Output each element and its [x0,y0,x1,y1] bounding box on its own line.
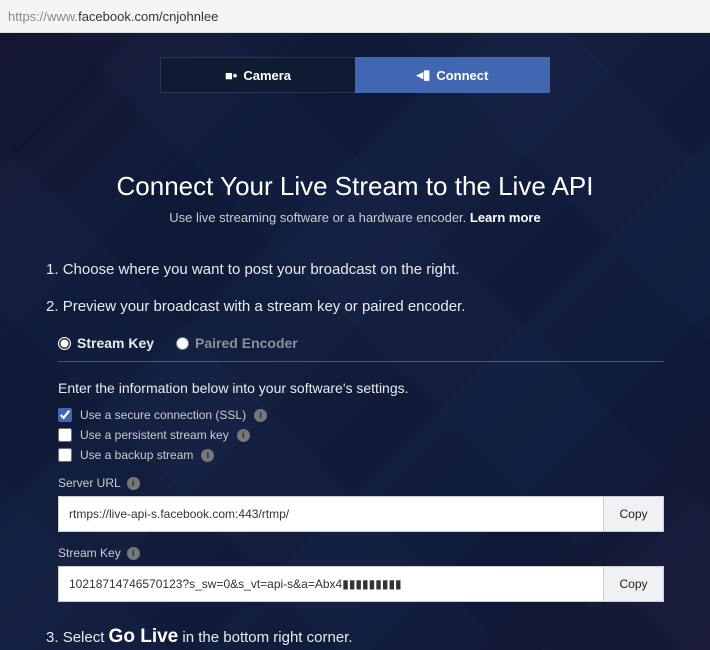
tab-camera[interactable]: ■• Camera [160,57,355,93]
step-3: 3. Select Go Live in the bottom right co… [46,626,664,648]
copy-server-url-button[interactable]: Copy [604,496,664,532]
step-2: 2. Preview your broadcast with a stream … [46,298,664,315]
info-icon[interactable]: i [237,429,250,442]
info-icon[interactable]: i [201,449,214,462]
tab-connect[interactable]: ◂▮ Connect [355,57,550,93]
page-subtitle: Use live streaming software or a hardwar… [0,210,710,225]
stream-key-label: Stream Keyi [58,546,664,560]
tab-connect-label: Connect [436,68,488,83]
url-protocol: https:// [8,9,47,24]
server-url-label: Server URLi [58,476,664,490]
camera-icon: ■• [225,68,237,83]
server-url-input[interactable] [58,496,604,532]
checkbox-persistent[interactable]: Use a persistent stream keyi [58,428,664,442]
info-icon[interactable]: i [254,409,267,422]
address-bar[interactable]: https://www.facebook.com/cnjohnlee [0,0,710,33]
learn-more-link[interactable]: Learn more [470,210,541,225]
connect-icon: ◂▮ [417,67,431,83]
radio-paired-encoder[interactable]: Paired Encoder [176,335,298,351]
encoder-mode-radios: Stream Key Paired Encoder [58,335,664,362]
tab-camera-label: Camera [243,68,291,83]
copy-stream-key-button[interactable]: Copy [604,566,664,602]
step-1: 1. Choose where you want to post your br… [46,261,664,278]
url-www: www. [47,9,78,24]
page-title: Connect Your Live Stream to the Live API [0,171,710,202]
info-icon[interactable]: i [127,547,140,560]
info-icon[interactable]: i [127,477,140,490]
checkbox-backup[interactable]: Use a backup streami [58,448,664,462]
checkbox-ssl[interactable]: Use a secure connection (SSL)i [58,408,664,422]
stream-key-input[interactable] [58,566,604,602]
instruction-text: Enter the information below into your so… [58,380,664,396]
source-tabs: ■• Camera ◂▮ Connect [0,57,710,93]
url-rest: facebook.com/cnjohnlee [78,9,218,24]
radio-stream-key[interactable]: Stream Key [58,335,154,351]
